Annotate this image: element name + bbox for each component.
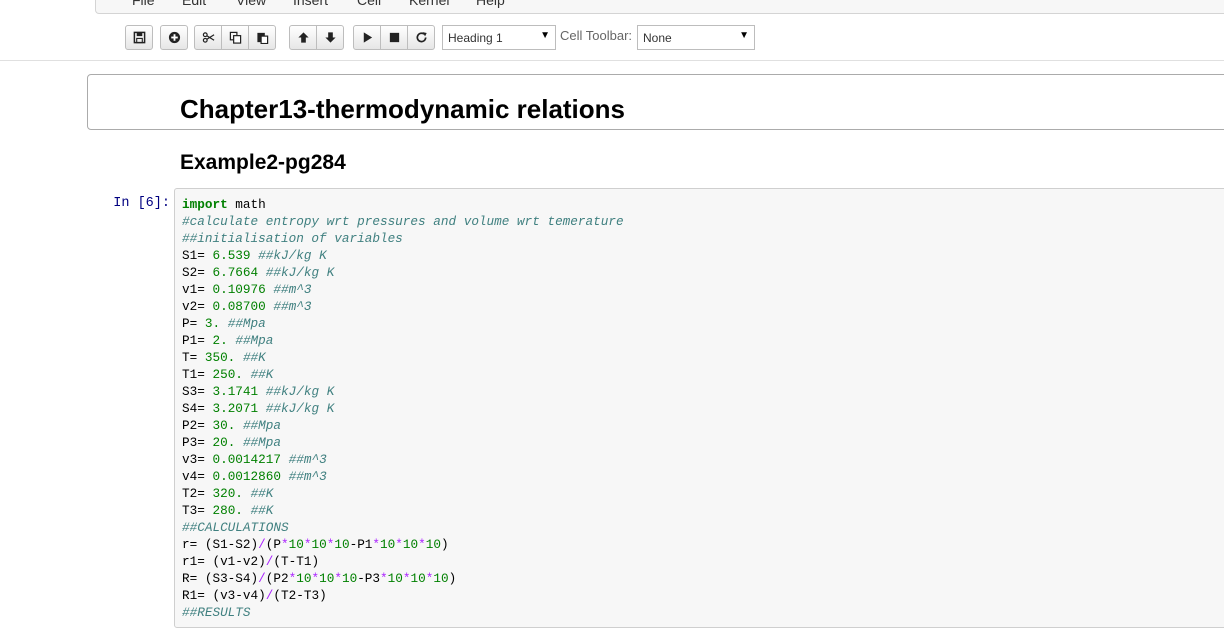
- floppy-disk-icon: [133, 31, 145, 44]
- cell-toolbar-label: Cell Toolbar:: [560, 28, 633, 43]
- select-arrow-icon: ▼: [739, 30, 749, 41]
- move-up-button[interactable]: [289, 25, 317, 50]
- cell-toolbar-select[interactable]: None ▼: [637, 25, 755, 50]
- insert-cell-button[interactable]: [160, 25, 188, 50]
- code-cell[interactable]: import math #calculate entropy wrt pressu…: [174, 188, 1224, 628]
- edit-group: [194, 25, 276, 50]
- code-line: v4= 0.0012860 ##m^3: [182, 469, 327, 484]
- toolbar: Heading 1 ▼ Cell Toolbar: None ▼: [0, 14, 1224, 61]
- paste-icon: [256, 32, 268, 44]
- menu-edit[interactable]: Edit: [182, 0, 206, 8]
- copy-icon: [229, 31, 241, 44]
- code-line: T= 350. ##K: [182, 350, 266, 365]
- cell-type-value: Heading 1: [448, 31, 503, 45]
- menubar: File Edit View Insert Cell Kernel Help: [95, 0, 1224, 14]
- code-line: R1= (v3-v4)/(T2-T3): [182, 588, 327, 603]
- arrow-down-icon: [324, 32, 336, 43]
- run-button[interactable]: [353, 25, 381, 50]
- code-line: S4= 3.2071 ##kJ/kg K: [182, 401, 335, 416]
- code-line: v3= 0.0014217 ##m^3: [182, 452, 327, 467]
- heading-2: Example2-pg284: [180, 151, 346, 174]
- move-down-button[interactable]: [316, 25, 344, 50]
- code-line: r= (S1-S2)/(P*10*10*10-P1*10*10*10): [182, 537, 449, 552]
- insert-group: [160, 25, 188, 50]
- play-icon: [363, 32, 372, 43]
- code-line: ##RESULTS: [182, 605, 251, 620]
- copy-button[interactable]: [221, 25, 249, 50]
- menu-help[interactable]: Help: [476, 0, 505, 8]
- code-editor[interactable]: import math #calculate entropy wrt pressu…: [182, 196, 624, 621]
- save-group: [125, 25, 153, 50]
- code-line: T1= 250. ##K: [182, 367, 274, 382]
- menu-view[interactable]: View: [236, 0, 266, 8]
- code-line: T2= 320. ##K: [182, 486, 274, 501]
- restart-button[interactable]: [407, 25, 435, 50]
- code-line: ##CALCULATIONS: [182, 520, 289, 535]
- code-line: P3= 20. ##Mpa: [182, 435, 282, 450]
- code-line: R= (S3-S4)/(P2*10*10*10-P3*10*10*10): [182, 571, 457, 586]
- code-line: T3= 280. ##K: [182, 503, 274, 518]
- arrow-up-icon: [297, 32, 309, 43]
- cut-button[interactable]: [194, 25, 222, 50]
- code-line: #calculate entropy wrt pressures and vol…: [182, 214, 624, 229]
- stop-icon: [389, 32, 399, 43]
- save-button[interactable]: [125, 25, 153, 50]
- run-group: [353, 25, 435, 50]
- cell-toolbar-value: None: [643, 31, 672, 45]
- menu-file[interactable]: File: [132, 0, 155, 8]
- code-line: S1= 6.539 ##kJ/kg K: [182, 248, 327, 263]
- scissors-icon: [202, 32, 214, 43]
- input-prompt: In [6]:: [113, 196, 170, 211]
- code-line: v2= 0.08700 ##m^3: [182, 299, 312, 314]
- code-line: r1= (v1-v2)/(T-T1): [182, 554, 320, 569]
- code-line: import math: [182, 197, 266, 212]
- code-line: P2= 30. ##Mpa: [182, 418, 282, 433]
- code-line: S3= 3.1741 ##kJ/kg K: [182, 384, 335, 399]
- code-line: P= 3. ##Mpa: [182, 316, 266, 331]
- paste-button[interactable]: [248, 25, 276, 50]
- plus-circle-icon: [168, 31, 180, 44]
- heading-1: Chapter13-thermodynamic relations: [180, 94, 626, 124]
- menu-cell[interactable]: Cell: [357, 0, 381, 8]
- move-group: [289, 25, 344, 50]
- code-line: v1= 0.10976 ##m^3: [182, 282, 312, 297]
- select-arrow-icon: ▼: [540, 30, 550, 41]
- refresh-icon: [416, 32, 427, 43]
- menu-insert[interactable]: Insert: [293, 0, 328, 8]
- menu-kernel[interactable]: Kernel: [409, 0, 449, 8]
- code-line: S2= 6.7664 ##kJ/kg K: [182, 265, 335, 280]
- code-line: ##initialisation of variables: [182, 231, 403, 246]
- cell-type-select[interactable]: Heading 1 ▼: [442, 25, 556, 50]
- code-line: P1= 2. ##Mpa: [182, 333, 274, 348]
- stop-button[interactable]: [380, 25, 408, 50]
